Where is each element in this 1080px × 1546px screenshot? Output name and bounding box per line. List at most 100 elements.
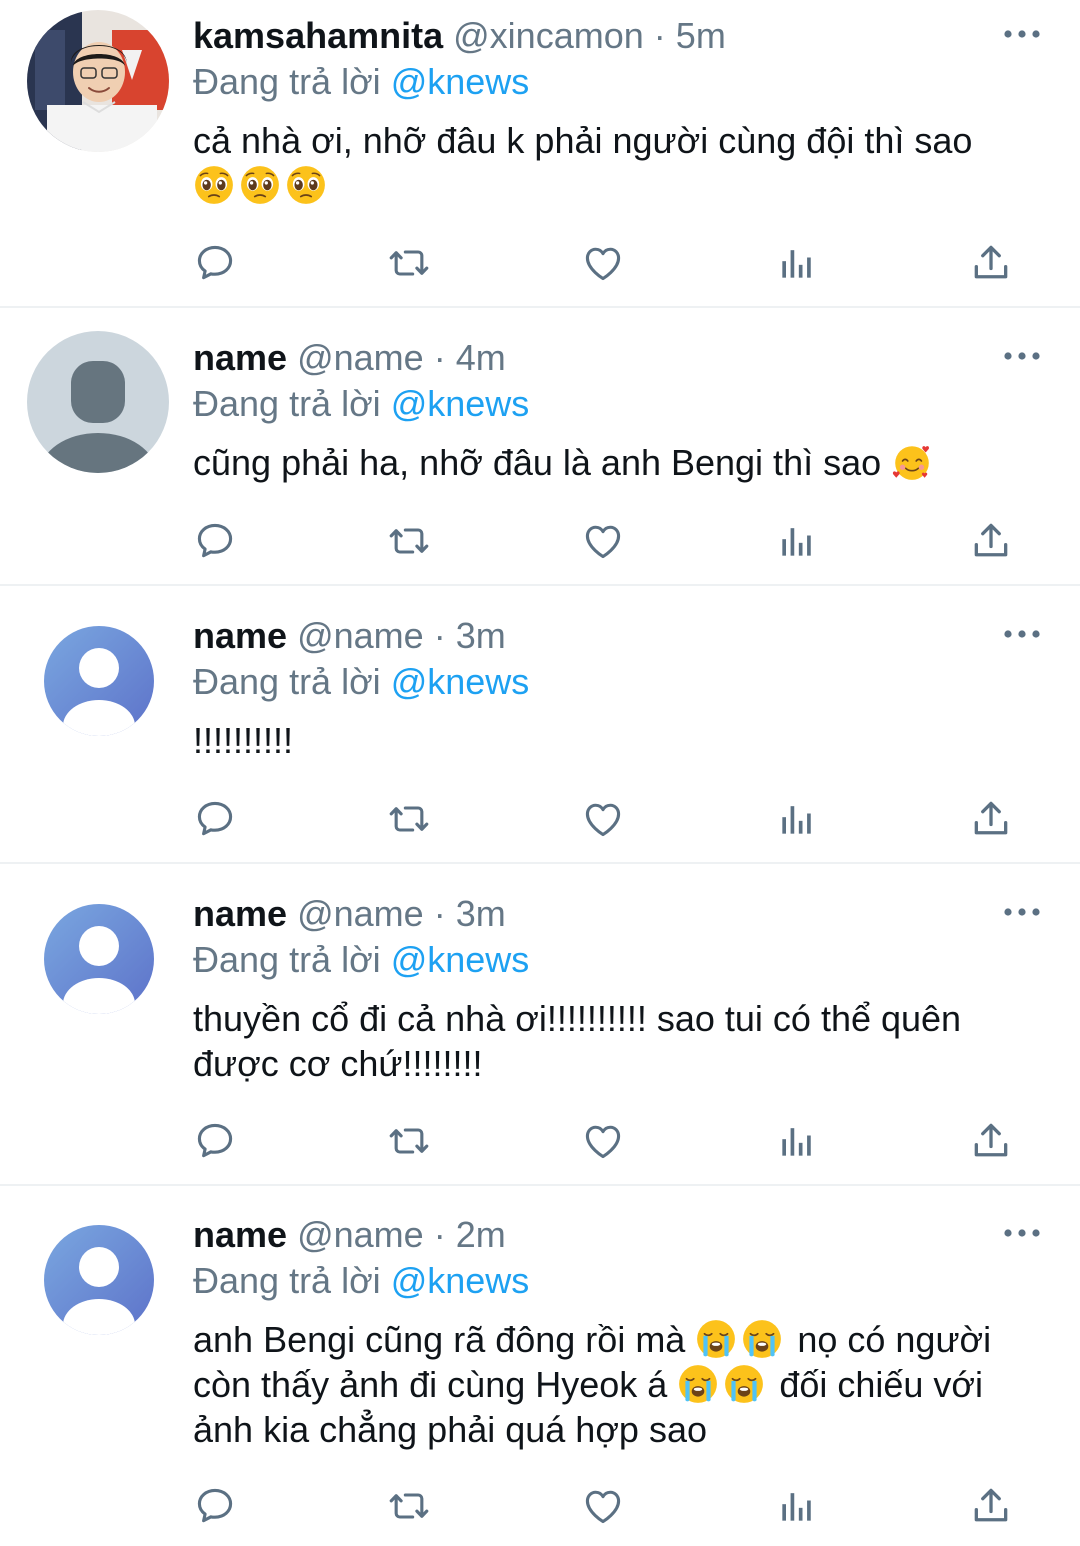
- avatar[interactable]: [44, 904, 154, 1014]
- tweet-header: name @name · 3m: [193, 892, 1040, 936]
- timestamp[interactable]: 3m: [456, 615, 506, 656]
- more-options-icon[interactable]: [1002, 902, 1042, 922]
- loudly-crying-face-emoji: [741, 1318, 783, 1360]
- like-icon[interactable]: [581, 1484, 625, 1528]
- display-name[interactable]: kamsahamnita: [193, 15, 443, 56]
- replying-to: Đang trả lời @knews: [193, 382, 1040, 426]
- avatar[interactable]: [44, 1225, 154, 1335]
- tweet-text: cũng phải ha, nhỡ đâu là anh Bengi thì s…: [193, 440, 1040, 485]
- tweet[interactable]: name @name · 2m Đang trả lời @knews anh …: [0, 1186, 1080, 1546]
- share-icon[interactable]: [969, 1119, 1013, 1163]
- retweet-icon[interactable]: [387, 1484, 431, 1528]
- tweet-text: cả nhà ơi, nhỡ đâu k phải người cùng đội…: [193, 118, 1040, 208]
- like-icon[interactable]: [581, 519, 625, 563]
- timestamp[interactable]: 3m: [456, 893, 506, 934]
- timestamp[interactable]: 4m: [456, 337, 506, 378]
- retweet-icon[interactable]: [387, 519, 431, 563]
- reply-icon[interactable]: [193, 797, 237, 841]
- tweet-text-body: cũng phải ha, nhỡ đâu là anh Bengi thì s…: [193, 442, 892, 483]
- avatar[interactable]: [44, 626, 154, 736]
- reply-prefix: Đang trả lời: [193, 939, 381, 980]
- more-options-icon[interactable]: [1002, 346, 1042, 366]
- pleading-face-emoji: [193, 164, 235, 206]
- separator-dot: ·: [433, 1214, 446, 1255]
- display-name[interactable]: name: [193, 1214, 287, 1255]
- like-icon[interactable]: [581, 241, 625, 285]
- reply-target-link[interactable]: @knews: [391, 61, 530, 102]
- retweet-icon[interactable]: [387, 241, 431, 285]
- replying-to: Đang trả lời @knews: [193, 938, 1040, 982]
- tweet-text: !!!!!!!!!!: [193, 720, 294, 761]
- avatar[interactable]: [27, 10, 169, 152]
- reply-target-link[interactable]: @knews: [391, 1260, 530, 1301]
- share-icon[interactable]: [969, 1484, 1013, 1528]
- tweet-text: thuyền cổ đi cả nhà ơi!!!!!!!!!! sao tui…: [193, 998, 972, 1084]
- avatar[interactable]: [27, 331, 169, 473]
- tweet-text: anh Bengi cũng rã đông rồi mà nọ có ngườ…: [193, 1317, 1040, 1452]
- pleading-face-emoji: [285, 164, 327, 206]
- reply-prefix: Đang trả lời: [193, 1260, 381, 1301]
- timestamp[interactable]: 5m: [676, 15, 726, 56]
- display-name[interactable]: name: [193, 337, 287, 378]
- tweet[interactable]: name @name · 3m Đang trả lời @knews thuy…: [0, 864, 1080, 1186]
- more-options-icon[interactable]: [1002, 1223, 1042, 1243]
- more-options-icon[interactable]: [1002, 24, 1042, 44]
- tweet-text-part: anh Bengi cũng rã đông rồi mà: [193, 1319, 696, 1360]
- analytics-icon[interactable]: [775, 797, 819, 841]
- analytics-icon[interactable]: [775, 1484, 819, 1528]
- share-icon[interactable]: [969, 241, 1013, 285]
- tweet-actions: [193, 1119, 1023, 1163]
- tweet-header: name @name · 2m: [193, 1213, 1040, 1257]
- tweet-header: name @name · 4m: [193, 336, 1040, 380]
- analytics-icon[interactable]: [775, 1119, 819, 1163]
- reply-target-link[interactable]: @knews: [391, 939, 530, 980]
- smiling-face-with-hearts-emoji: [891, 441, 933, 483]
- timestamp[interactable]: 2m: [456, 1214, 506, 1255]
- user-handle[interactable]: @name: [297, 337, 424, 378]
- more-options-icon[interactable]: [1002, 624, 1042, 644]
- replying-to: Đang trả lời @knews: [193, 1259, 1040, 1303]
- replying-to: Đang trả lời @knews: [193, 60, 1040, 104]
- replying-to: Đang trả lời @knews: [193, 660, 1040, 704]
- share-icon[interactable]: [969, 797, 1013, 841]
- tweet-actions: [193, 241, 1023, 285]
- loudly-crying-face-emoji: [695, 1318, 737, 1360]
- reply-feed: kamsahamnita @xincamon · 5m Đang trả lời…: [0, 0, 1080, 1546]
- reply-icon[interactable]: [193, 1119, 237, 1163]
- tweet-header: name @name · 3m: [193, 614, 1040, 658]
- analytics-icon[interactable]: [775, 241, 819, 285]
- user-handle[interactable]: @name: [297, 893, 424, 934]
- reply-icon[interactable]: [193, 1484, 237, 1528]
- retweet-icon[interactable]: [387, 797, 431, 841]
- analytics-icon[interactable]: [775, 519, 819, 563]
- like-icon[interactable]: [581, 797, 625, 841]
- tweet[interactable]: name @name · 4m Đang trả lời @knews cũng…: [0, 308, 1080, 586]
- user-handle[interactable]: @name: [297, 1214, 424, 1255]
- separator-dot: ·: [433, 337, 446, 378]
- tweet-text-body: cả nhà ơi, nhỡ đâu k phải người cùng đội…: [193, 120, 973, 161]
- tweet[interactable]: kamsahamnita @xincamon · 5m Đang trả lời…: [0, 0, 1080, 308]
- tweet[interactable]: name @name · 3m Đang trả lời @knews !!!!…: [0, 586, 1080, 864]
- display-name[interactable]: name: [193, 615, 287, 656]
- tweet-actions: [193, 797, 1023, 841]
- reply-prefix: Đang trả lời: [193, 661, 381, 702]
- reply-prefix: Đang trả lời: [193, 61, 381, 102]
- user-handle[interactable]: @xincamon: [453, 15, 644, 56]
- reply-target-link[interactable]: @knews: [391, 383, 530, 424]
- retweet-icon[interactable]: [387, 1119, 431, 1163]
- like-icon[interactable]: [581, 1119, 625, 1163]
- reply-target-link[interactable]: @knews: [391, 661, 530, 702]
- pleading-face-emoji: [239, 164, 281, 206]
- separator-dot: ·: [433, 893, 446, 934]
- tweet-actions: [193, 1484, 1023, 1528]
- user-handle[interactable]: @name: [297, 615, 424, 656]
- reply-prefix: Đang trả lời: [193, 383, 381, 424]
- separator-dot: ·: [653, 15, 666, 56]
- reply-icon[interactable]: [193, 241, 237, 285]
- reply-icon[interactable]: [193, 519, 237, 563]
- separator-dot: ·: [433, 615, 446, 656]
- tweet-actions: [193, 519, 1023, 563]
- display-name[interactable]: name: [193, 893, 287, 934]
- share-icon[interactable]: [969, 519, 1013, 563]
- loudly-crying-face-emoji: [723, 1363, 765, 1405]
